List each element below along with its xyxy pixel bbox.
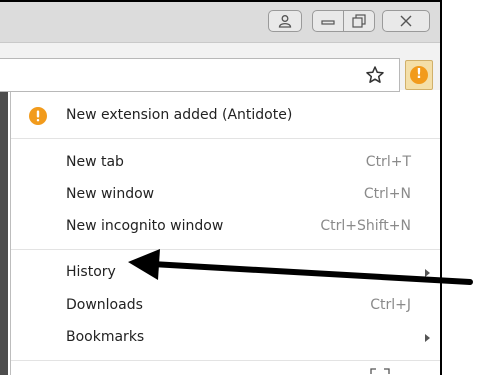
annotation-arrow-icon [128, 249, 473, 285]
